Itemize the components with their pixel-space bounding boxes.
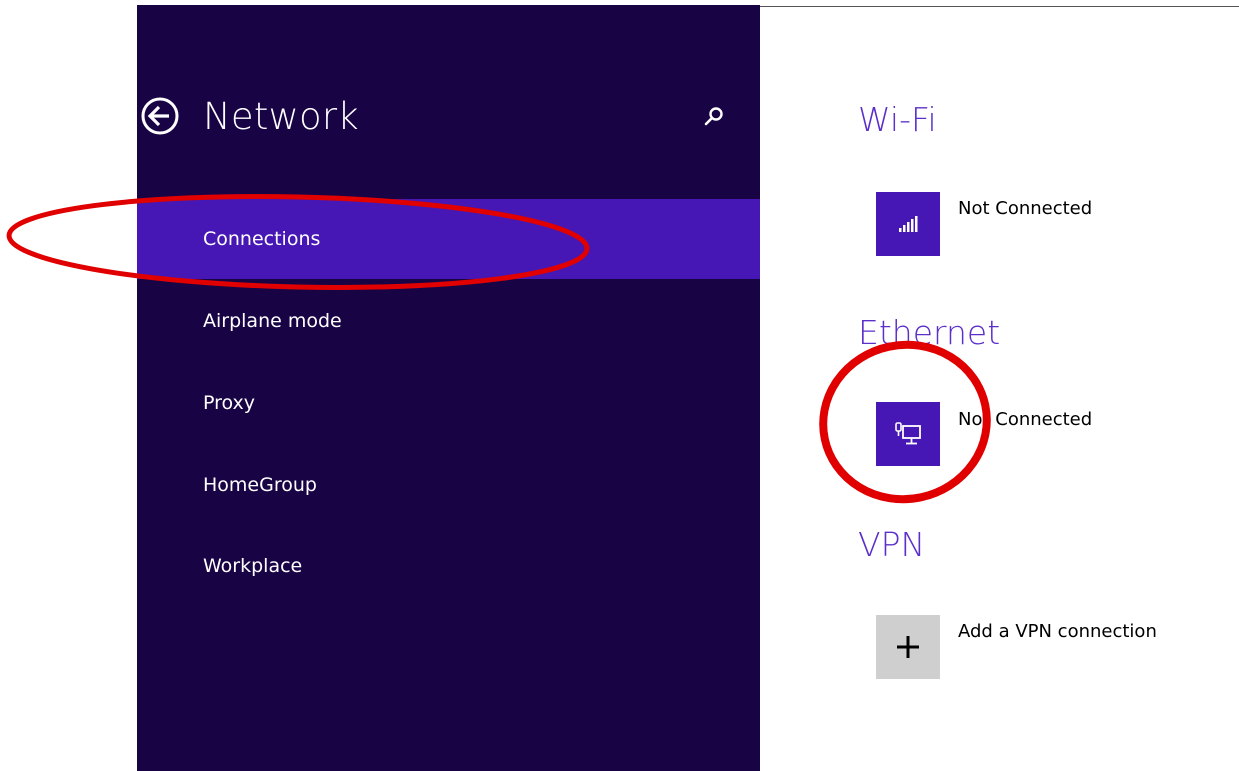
vpn-heading: VPN [858, 525, 926, 564]
wifi-heading: Wi-Fi [858, 100, 937, 139]
sidebar-item-label: Airplane mode [203, 310, 342, 332]
sidebar-item-label: Connections [203, 228, 321, 250]
sidebar-item-homegroup[interactable]: HomeGroup [137, 445, 760, 525]
wifi-status: Not Connected [958, 198, 1093, 219]
wifi-signal-icon [899, 216, 918, 232]
network-settings-page: Network Connections Airplane mode Proxy … [0, 0, 1239, 771]
plus-icon [897, 636, 919, 658]
ethernet-connection-tile[interactable] [876, 402, 940, 466]
ethernet-heading: Ethernet [858, 313, 1001, 352]
ethernet-status: Not Connected [958, 409, 1093, 430]
top-divider [760, 6, 1239, 7]
add-vpn-label: Add a VPN connection [958, 621, 1157, 642]
sidebar-item-label: Proxy [203, 392, 256, 414]
sidebar-item-proxy[interactable]: Proxy [137, 363, 760, 443]
page-title: Network [203, 95, 359, 138]
search-icon [704, 107, 723, 126]
wifi-connection-tile[interactable] [876, 192, 940, 256]
sidebar-item-label: Workplace [203, 555, 303, 577]
back-button[interactable] [139, 95, 181, 137]
sidebar-item-connections[interactable]: Connections [137, 199, 760, 279]
ethernet-computer-icon [895, 422, 921, 445]
sidebar-item-workplace[interactable]: Workplace [137, 526, 760, 606]
sidebar-item-label: HomeGroup [203, 474, 317, 496]
sidebar-item-airplane-mode[interactable]: Airplane mode [137, 281, 760, 361]
back-arrow-circle-icon [141, 97, 179, 135]
search-button[interactable] [703, 105, 725, 127]
add-vpn-button[interactable] [876, 615, 940, 679]
